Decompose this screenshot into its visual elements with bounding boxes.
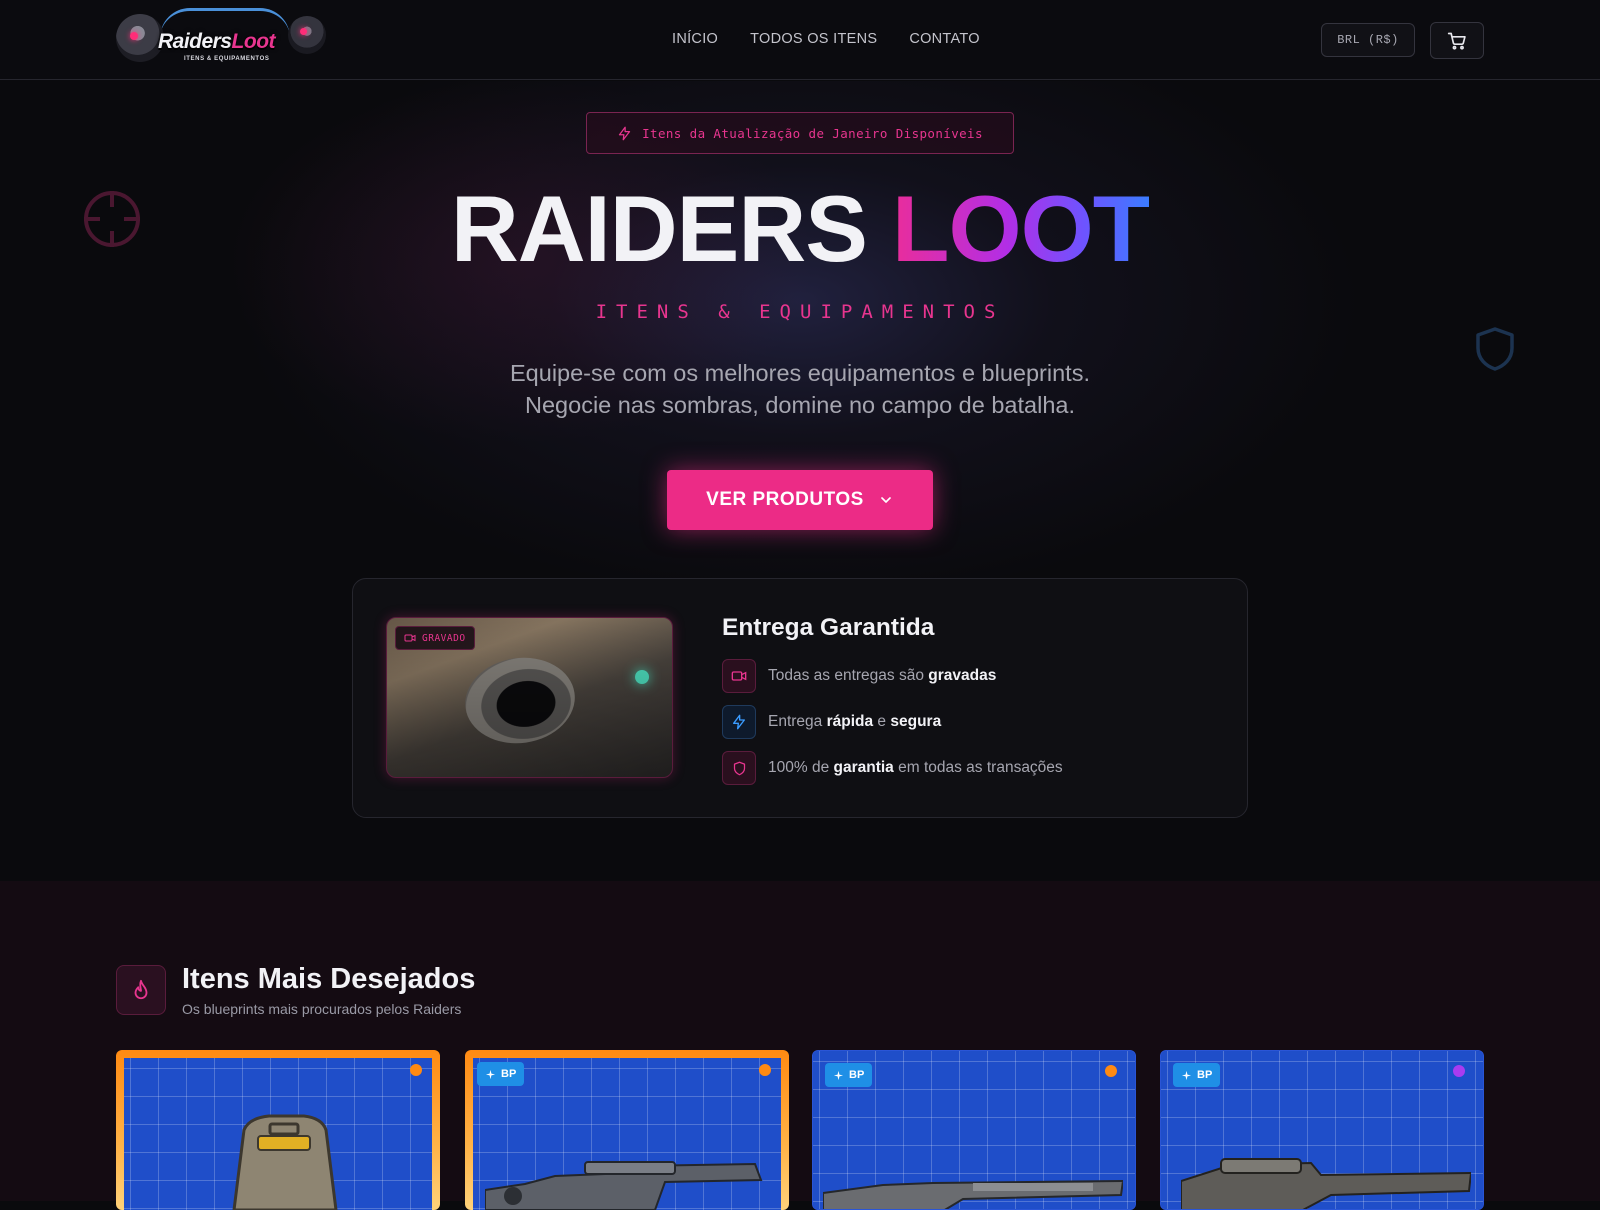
cannon-item-image (1181, 1158, 1471, 1209)
nav-contato[interactable]: CONTATO (909, 31, 980, 47)
blueprint-badge: BP (477, 1062, 525, 1086)
rifle-item-image (485, 1161, 763, 1210)
shotgun-item-image (823, 1179, 1123, 1209)
hero-title: RAIDERS LOOT (450, 176, 1150, 281)
product-card[interactable]: BP (1160, 1050, 1484, 1210)
currency-selector[interactable]: BRL (R$) (1321, 23, 1415, 57)
main-nav: INÍCIO TODOS OS ITENS CONTATO (672, 31, 980, 47)
rarity-dot (410, 1064, 422, 1076)
backpack-item-image (232, 1114, 338, 1210)
section-icon (116, 965, 166, 1015)
view-products-label: VER PRODUTOS (706, 489, 864, 510)
lightning-icon (733, 714, 745, 730)
delivery-card: GRAVADO Entrega Garantida Todas as entre… (352, 578, 1248, 818)
update-badge-text: Itens da Atualização de Janeiro Disponív… (642, 125, 983, 141)
sparkle-icon (833, 1070, 844, 1080)
logo-tagline: ITENS & EQUIPAMENTOS (184, 56, 270, 62)
blueprint-badge: BP (1173, 1063, 1221, 1087)
product-card[interactable]: BP (465, 1050, 789, 1210)
logo-robot-right (288, 16, 326, 54)
cart-button[interactable] (1430, 22, 1484, 59)
product-card[interactable] (116, 1050, 440, 1210)
section-title: Itens Mais Desejados (182, 963, 476, 995)
shield-icon (733, 761, 745, 775)
feature-guarantee: 100% de garantia em todas as transações (722, 751, 1063, 785)
rarity-dot (1453, 1065, 1465, 1077)
update-badge: Itens da Atualização de Janeiro Disponív… (586, 112, 1014, 154)
rarity-dot (759, 1064, 771, 1076)
sparkle-icon (1181, 1070, 1192, 1080)
rarity-dot (1105, 1065, 1117, 1077)
most-wanted-section: Itens Mais Desejados Os blueprints mais … (0, 881, 1600, 1210)
hero-description: Equipe-se com os melhores equipamentos e… (510, 360, 1090, 418)
site-logo[interactable]: RaidersLoot ITENS & EQUIPAMENTOS (116, 8, 326, 68)
nav-inicio[interactable]: INÍCIO (672, 31, 718, 47)
product-card[interactable]: BP (812, 1050, 1136, 1210)
logo-wordmark: RaidersLoot (158, 30, 276, 53)
cart-icon (1447, 32, 1466, 50)
site-header: RaidersLoot ITENS & EQUIPAMENTOS INÍCIO … (0, 0, 1600, 80)
sparkle-icon (485, 1069, 496, 1079)
video-camera-icon (731, 671, 747, 681)
feature-recorded: Todas as entregas são gravadas (722, 659, 996, 693)
recorded-badge: GRAVADO (395, 626, 475, 650)
delivery-title: Entrega Garantida (722, 614, 935, 641)
blueprint-badge: BP (825, 1063, 873, 1087)
hero-subtitle: ITENS & EQUIPAMENTOS (595, 301, 1005, 323)
flame-icon (134, 979, 148, 1000)
hero-section: Itens da Atualização de Janeiro Disponív… (0, 81, 1600, 881)
nav-todos-os-itens[interactable]: TODOS OS ITENS (750, 31, 877, 47)
video-camera-icon (404, 634, 416, 642)
chevron-down-icon (881, 497, 891, 503)
feature-fast-safe: Entrega rápida e segura (722, 705, 941, 739)
lightning-icon (618, 126, 631, 140)
delivery-video-thumbnail[interactable]: GRAVADO (386, 617, 673, 778)
view-products-button[interactable]: VER PRODUTOS (667, 470, 933, 530)
section-subtitle: Os blueprints mais procurados pelos Raid… (182, 1001, 462, 1017)
logo-robot-left (116, 14, 164, 62)
